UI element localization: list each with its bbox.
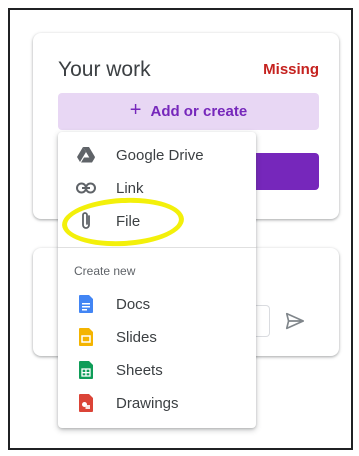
send-icon[interactable] <box>284 310 306 332</box>
menu-item-label: Sheets <box>116 361 163 379</box>
docs-icon <box>74 292 98 316</box>
your-work-title: Your work <box>58 58 151 81</box>
menu-item-label: Google Drive <box>116 146 204 164</box>
drawings-icon <box>74 391 98 415</box>
add-or-create-label: Add or create <box>150 103 248 120</box>
slides-icon <box>74 325 98 349</box>
add-or-create-button[interactable]: + Add or create <box>58 93 319 130</box>
menu-item-drawings[interactable]: Drawings <box>58 387 256 419</box>
menu-item-label: Slides <box>116 328 157 346</box>
google-drive-icon <box>74 143 98 167</box>
plus-icon: + <box>129 99 142 121</box>
link-icon <box>74 176 98 200</box>
menu-item-docs[interactable]: Docs <box>58 288 256 320</box>
menu-item-label: Docs <box>116 295 151 313</box>
menu-item-link[interactable]: Link <box>58 172 256 204</box>
create-new-heading: Create new <box>74 264 136 278</box>
status-badge: Missing <box>263 61 319 78</box>
menu-divider <box>58 247 256 248</box>
sheets-icon <box>74 358 98 382</box>
menu-item-label: Drawings <box>116 394 179 412</box>
menu-item-label: Link <box>116 179 144 197</box>
add-or-create-menu: Google Drive Link File Create new Docs S… <box>58 132 256 428</box>
mark-as-done-button[interactable] <box>245 153 319 190</box>
menu-item-slides[interactable]: Slides <box>58 321 256 353</box>
menu-item-google-drive[interactable]: Google Drive <box>58 139 256 171</box>
menu-item-sheets[interactable]: Sheets <box>58 354 256 386</box>
